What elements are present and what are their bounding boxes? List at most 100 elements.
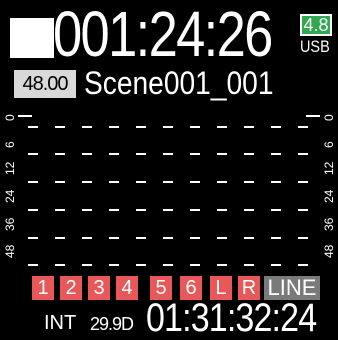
scene-name: Scene001_001 [84,65,274,101]
meter-grid-dash [298,126,308,128]
meter-bracket-left [18,115,32,117]
meter-grid-dash [217,181,227,183]
scale-label-right-48: 48 [322,244,336,258]
meter-grid-dash [109,153,119,155]
meter-grid-dash [190,264,200,266]
stop-icon [10,18,54,58]
meter-grid-dash [82,126,92,128]
meter-grid-dash [190,181,200,183]
meter-grid-dash [28,153,38,155]
meter-grid-dash [298,153,308,155]
track-4-button[interactable]: 4 [116,276,138,300]
meter-grid-dash [163,126,173,128]
meter-grid-dash [271,153,281,155]
meter-grid-dash [217,264,227,266]
meter-grid-dash [244,209,254,211]
meter-grid-row [16,237,322,239]
meter-grid-dash [190,126,200,128]
timecode-display: 01:31:32:24 [146,296,317,340]
meter-grid-dash [28,209,38,211]
meter-grid-dash [82,209,92,211]
meter-grid-dash [55,153,65,155]
sample-rate-badge: 48.00 [14,70,76,98]
meter-grid-dash [271,237,281,239]
timecode-mode: INT [44,312,77,334]
scale-label-left-6: 6 [3,141,17,148]
meter-grid-row [16,264,322,266]
meter-grid-row [16,126,322,128]
meter-grid-dash [55,126,65,128]
scale-label-right-24: 24 [322,189,336,203]
meter-grid-dash [109,264,119,266]
scale-label-left-36: 36 [3,217,17,231]
meter-grid-dash [136,264,146,266]
meter-grid-dash [82,153,92,155]
meter-grid-dash [55,209,65,211]
meter-grid-dash [82,264,92,266]
meter-grid-dash [82,237,92,239]
meter-grid-dash [271,209,281,211]
meter-grid-dash [298,264,308,266]
meter-grid-dash [163,237,173,239]
meter-grid-dash [136,209,146,211]
meter-grid-dash [109,237,119,239]
scale-label-right-12: 12 [322,161,336,175]
meter-grid-dash [109,209,119,211]
meter-grid-row [16,181,322,183]
battery-indicator: 4.8 USB [300,10,334,55]
recording-counter: 001:24:26 [53,0,273,70]
meter-grid-dash [244,181,254,183]
meter-grid-dash [109,126,119,128]
track-2-button[interactable]: 2 [60,276,82,300]
meter-grid-dash [136,237,146,239]
scale-label-left-24: 24 [3,189,17,203]
level-meters: 0 6 12 24 36 48 0 6 12 24 36 48 [0,103,338,268]
meter-grid-dash [28,237,38,239]
meter-grid-dash [163,264,173,266]
track-1-button[interactable]: 1 [32,276,54,300]
meter-grid-dash [271,264,281,266]
meter-grid-row [16,209,322,211]
meter-grid-dash [298,237,308,239]
meter-grid-dash [82,181,92,183]
meter-grid-dash [55,181,65,183]
meter-grid-dash [163,153,173,155]
meter-grid-dash [244,237,254,239]
power-source-label: USB [300,37,330,56]
meter-grid-dash [190,153,200,155]
frame-rate: 29.9D [90,314,134,334]
meter-grid-dash [28,264,38,266]
battery-level: 4.8 [300,14,332,36]
meter-grid-dash [217,153,227,155]
track-3-button[interactable]: 3 [88,276,110,300]
meter-grid-dash [298,181,308,183]
meter-grid-dash [136,153,146,155]
meter-grid-dash [28,181,38,183]
meter-grid-dash [55,264,65,266]
meter-grid-dash [217,209,227,211]
scale-label-left-48: 48 [3,244,17,258]
meter-grid-dash [217,126,227,128]
meter-grid-dash [136,181,146,183]
meter-grid-dash [217,237,227,239]
meter-grid-dash [244,153,254,155]
meter-grid-dash [55,237,65,239]
scale-label-right-6: 6 [322,141,336,148]
meter-grid-dash [109,181,119,183]
meter-grid-dash [244,126,254,128]
meter-grid-dash [163,209,173,211]
scale-label-left-12: 12 [3,161,17,175]
meter-grid-dash [298,209,308,211]
scale-label-left-0: 0 [3,114,17,121]
scale-label-right-0: 0 [322,114,336,121]
meter-grid-dash [271,126,281,128]
meter-grid-dash [136,126,146,128]
meter-grid-row [16,153,322,155]
meter-grid-dash [271,181,281,183]
scale-label-right-36: 36 [322,217,336,231]
meter-grid-dash [244,264,254,266]
meter-grid-dash [190,237,200,239]
meter-grid-dash [190,209,200,211]
meter-grid-dash [28,126,38,128]
meter-bracket-right [306,115,320,117]
